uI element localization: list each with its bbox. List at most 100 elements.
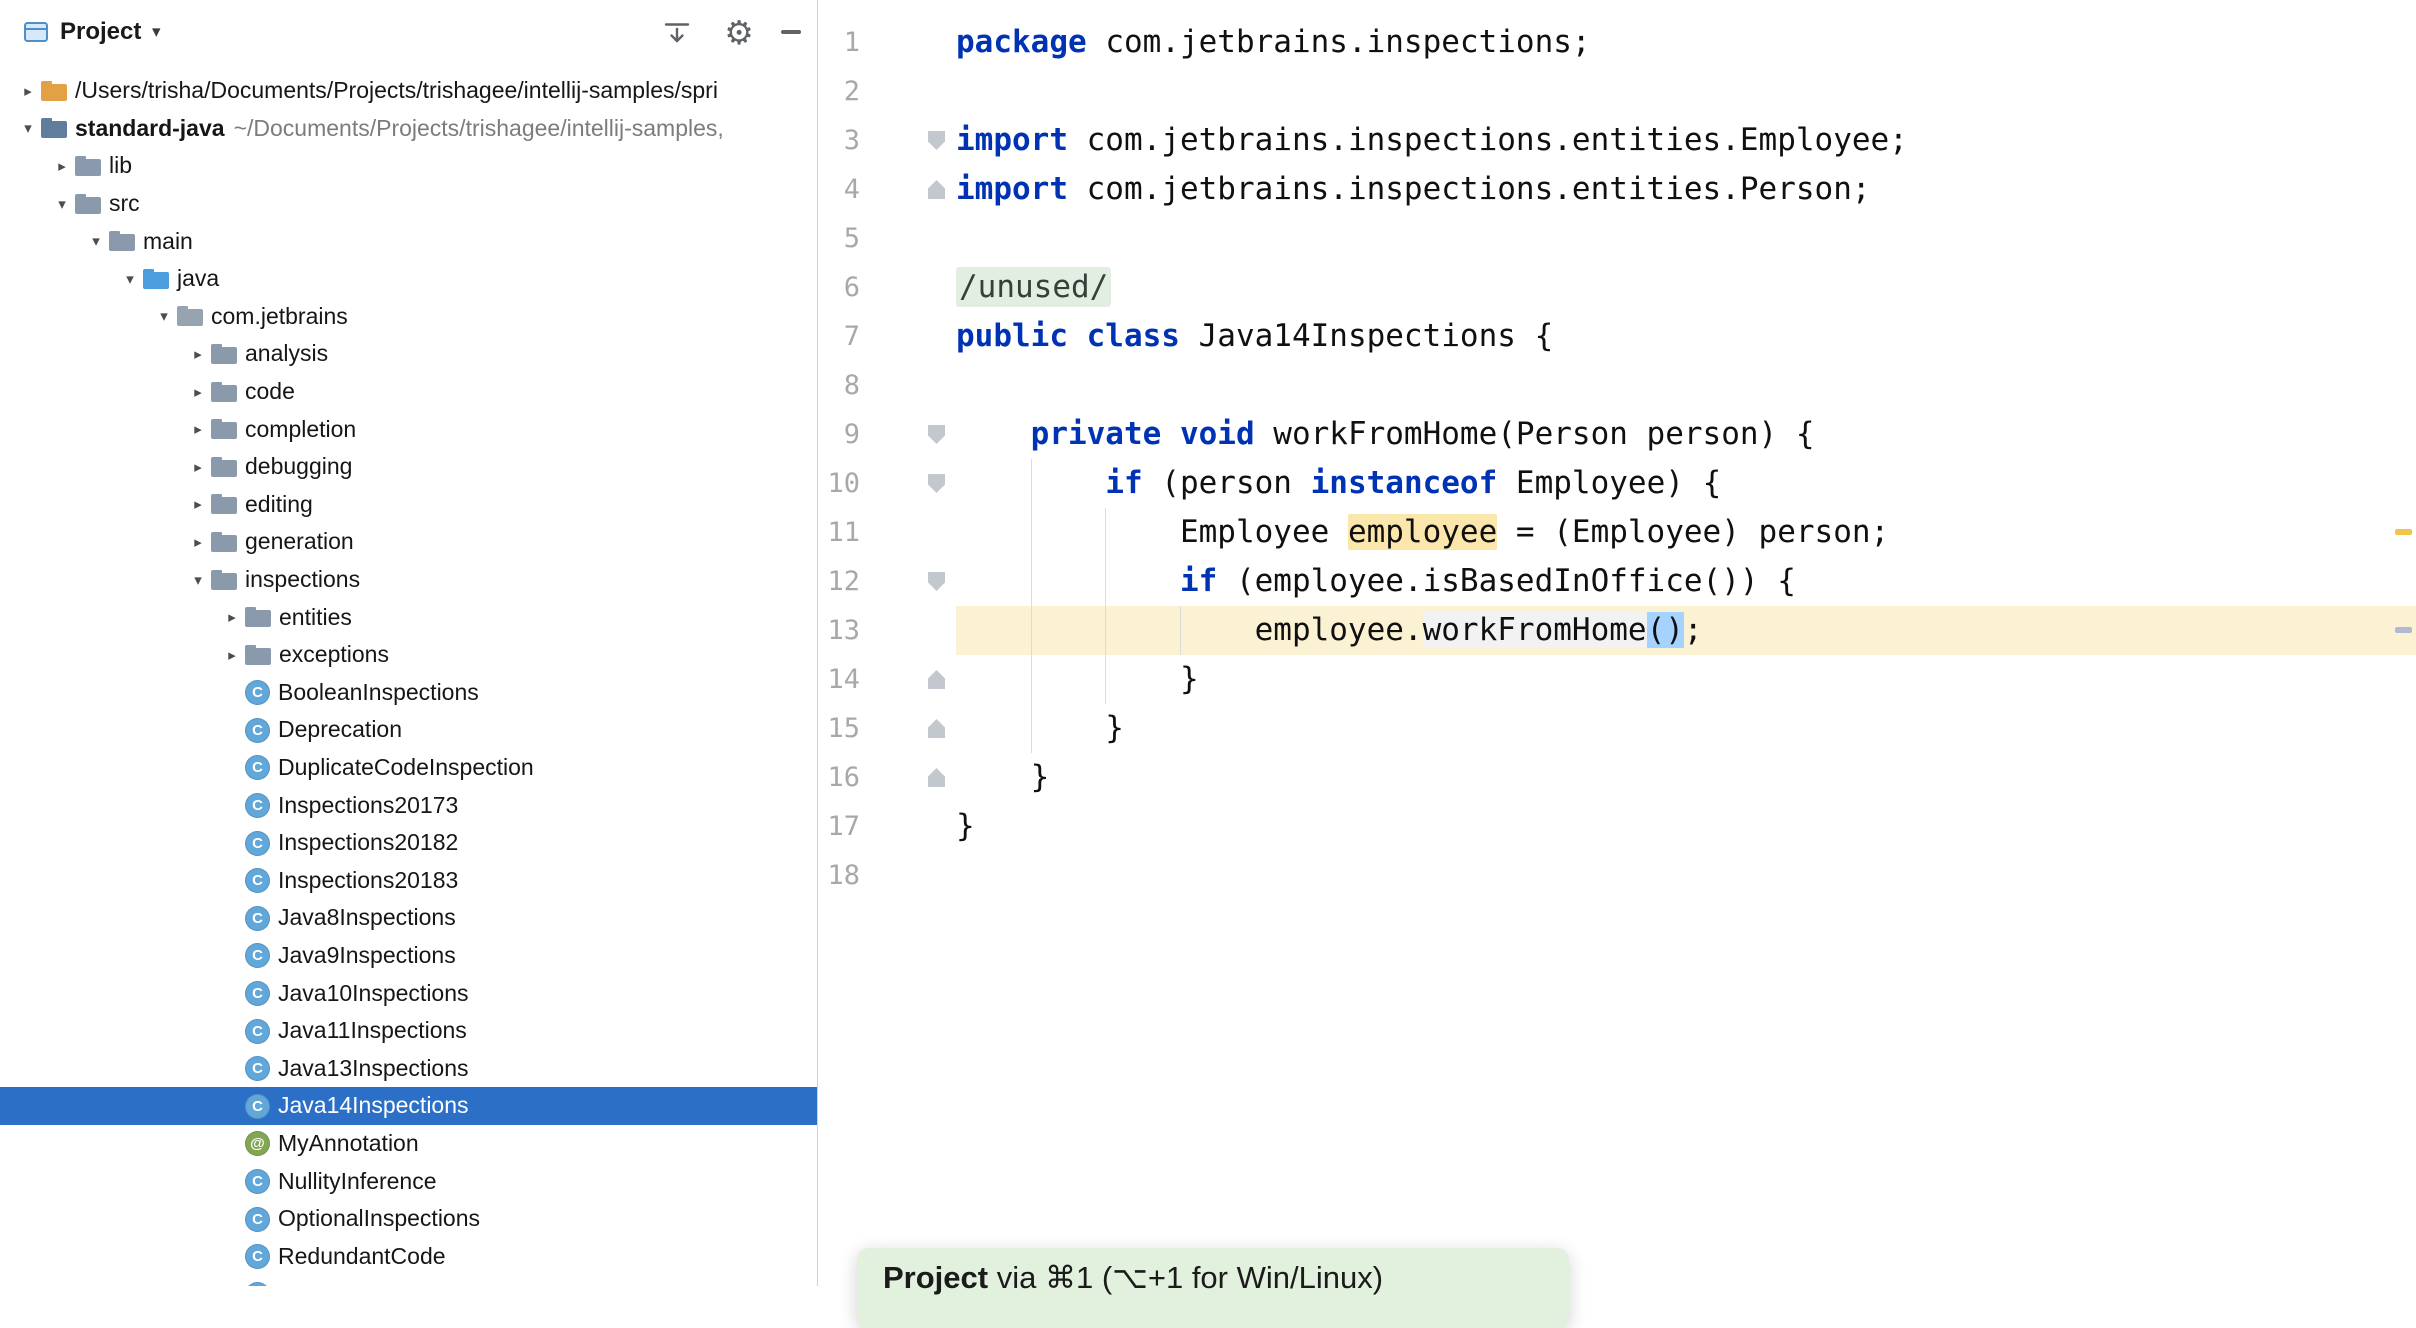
- tree-item-java11inspections[interactable]: C Java11Inspections: [0, 1012, 817, 1050]
- tree-item-booleaninspections[interactable]: C BooleanInspections: [0, 674, 817, 712]
- gear-icon[interactable]: ⚙: [722, 13, 756, 52]
- tree-item-partial[interactable]: C: [0, 1275, 817, 1286]
- shortcut-tooltip[interactable]: Project via ⌘1 (⌥+1 for Win/Linux): [857, 1248, 1569, 1328]
- chevron-down-icon[interactable]: ▾: [152, 0, 161, 64]
- tree-item-completion[interactable]: ▸ completion: [0, 410, 817, 448]
- code-line-6[interactable]: 6/unused/: [818, 263, 2416, 312]
- project-tree[interactable]: ▸ /Users/trisha/Documents/Projects/trisha…: [0, 64, 817, 1286]
- tree-item-optionalinspections[interactable]: C OptionalInspections: [0, 1200, 817, 1238]
- line-number[interactable]: 17: [818, 802, 956, 851]
- tree-item-java[interactable]: ▾ java: [0, 260, 817, 298]
- tree-item-debugging[interactable]: ▸ debugging: [0, 448, 817, 486]
- tree-item-generation[interactable]: ▸ generation: [0, 523, 817, 561]
- chevron-right-icon[interactable]: ▸: [185, 420, 211, 438]
- tree-item-entities[interactable]: ▸ entities: [0, 598, 817, 636]
- tree-item-java10inspections[interactable]: C Java10Inspections: [0, 974, 817, 1012]
- code-line-7[interactable]: 7 public class Java14Inspections {: [818, 312, 2416, 361]
- line-number[interactable]: 2: [818, 67, 956, 116]
- tree-item-label: generation: [245, 528, 354, 555]
- line-number[interactable]: 7: [818, 312, 956, 361]
- tree-item-deprecation[interactable]: C Deprecation: [0, 711, 817, 749]
- code-token: public class: [956, 318, 1180, 354]
- tree-item-exceptions[interactable]: ▸ exceptions: [0, 636, 817, 674]
- project-tool-window-icon: [22, 18, 50, 51]
- code-line-12[interactable]: 12 if (employee.isBasedInOffice()) {: [818, 557, 2416, 606]
- error-stripe-mark[interactable]: [2395, 627, 2412, 633]
- code-line-18[interactable]: 18: [818, 851, 2416, 900]
- line-number[interactable]: 11: [818, 508, 956, 557]
- tree-item-inspections20173[interactable]: C Inspections20173: [0, 786, 817, 824]
- tree-item-main[interactable]: ▾ main: [0, 222, 817, 260]
- chevron-down-icon[interactable]: ▾: [151, 307, 177, 325]
- tree-item--users-trisha-documents-projects-trishagee-intellij-samples-spri[interactable]: ▸ /Users/trisha/Documents/Projects/trisha…: [0, 72, 817, 110]
- tree-item-java9inspections[interactable]: C Java9Inspections: [0, 937, 817, 975]
- tree-item-java14inspections[interactable]: C Java14Inspections: [0, 1087, 817, 1125]
- tree-item-label: Deprecation: [278, 716, 403, 743]
- chevron-down-icon[interactable]: ▾: [15, 119, 41, 137]
- tree-item-inspections[interactable]: ▾ inspections: [0, 561, 817, 599]
- class-icon: C: [245, 1093, 270, 1119]
- code-line-16[interactable]: 16 }: [818, 753, 2416, 802]
- code-line-11[interactable]: 11 Employee employee = (Employee) person…: [818, 508, 2416, 557]
- tree-item-editing[interactable]: ▸ editing: [0, 486, 817, 524]
- tree-item-inspections20183[interactable]: C Inspections20183: [0, 861, 817, 899]
- code-line-14[interactable]: 14 }: [818, 655, 2416, 704]
- tree-item-standard-java[interactable]: ▾ standard-java ~/Documents/Projects/trish…: [0, 110, 817, 148]
- code-line-2[interactable]: 2: [818, 67, 2416, 116]
- tree-item-com-jetbrains[interactable]: ▾ com.jetbrains: [0, 298, 817, 336]
- code-line-13[interactable]: 13 employee.workFromHome();: [818, 606, 2416, 655]
- code-line-15[interactable]: 15 }: [818, 704, 2416, 753]
- chevron-down-icon[interactable]: ▾: [117, 270, 143, 288]
- chevron-right-icon[interactable]: ▸: [185, 383, 211, 401]
- code-editor[interactable]: 1 package com.jetbrains.inspections; 2 3 imp…: [818, 0, 2416, 1286]
- tree-item-java13inspections[interactable]: C Java13Inspections: [0, 1049, 817, 1087]
- chevron-right-icon[interactable]: ▸: [185, 533, 211, 551]
- chevron-right-icon[interactable]: ▸: [185, 458, 211, 476]
- chevron-right-icon[interactable]: ▸: [219, 608, 245, 626]
- tree-item-analysis[interactable]: ▸ analysis: [0, 335, 817, 373]
- class-icon: C: [245, 793, 270, 819]
- code-line-9[interactable]: 9 private void workFromHome(Person perso…: [818, 410, 2416, 459]
- code-line-17[interactable]: 17}: [818, 802, 2416, 851]
- code-line-10[interactable]: 10 if (person instanceof Employee) {: [818, 459, 2416, 508]
- line-number[interactable]: 5: [818, 214, 956, 263]
- tree-item-myannotation[interactable]: @ MyAnnotation: [0, 1125, 817, 1163]
- chevron-down-icon[interactable]: ▾: [83, 232, 109, 250]
- tree-item-java8inspections[interactable]: C Java8Inspections: [0, 899, 817, 937]
- tree-item-inspections20182[interactable]: C Inspections20182: [0, 824, 817, 862]
- tree-item-lib[interactable]: ▸ lib: [0, 147, 817, 185]
- chevron-right-icon[interactable]: ▸: [185, 495, 211, 513]
- code-line-3[interactable]: 3 import com.jetbrains.inspections.entiti…: [818, 116, 2416, 165]
- tree-item-nullityinference[interactable]: C NullityInference: [0, 1162, 817, 1200]
- tree-item-src[interactable]: ▾ src: [0, 185, 817, 223]
- chevron-right-icon[interactable]: ▸: [219, 646, 245, 664]
- chevron-down-icon[interactable]: ▾: [49, 195, 75, 213]
- tree-item-code[interactable]: ▸ code: [0, 373, 817, 411]
- tree-item-duplicatecodeinspection[interactable]: C DuplicateCodeInspection: [0, 749, 817, 787]
- line-number[interactable]: 1: [818, 18, 956, 67]
- error-stripe-mark[interactable]: [2395, 529, 2412, 535]
- tree-item-label: analysis: [245, 340, 329, 367]
- hide-panel-icon[interactable]: [774, 15, 808, 49]
- code-token: workFromHome(Person person) {: [1254, 416, 1815, 452]
- class-icon: C: [245, 717, 270, 743]
- line-number[interactable]: 8: [818, 361, 956, 410]
- chevron-down-icon[interactable]: ▾: [185, 571, 211, 589]
- collapse-all-icon[interactable]: [660, 15, 694, 49]
- chevron-right-icon[interactable]: ▸: [185, 345, 211, 363]
- line-number[interactable]: 18: [818, 851, 956, 900]
- chevron-right-icon[interactable]: ▸: [49, 157, 75, 175]
- code-line-4[interactable]: 4 import com.jetbrains.inspections.entiti…: [818, 165, 2416, 214]
- chevron-right-icon[interactable]: ▸: [15, 82, 41, 100]
- line-number[interactable]: 6: [818, 263, 956, 312]
- tree-item-label: NullityInference: [278, 1167, 437, 1194]
- code-line-1[interactable]: 1 package com.jetbrains.inspections;: [818, 18, 2416, 67]
- tree-item-redundantcode[interactable]: C RedundantCode: [0, 1237, 817, 1275]
- project-panel-title[interactable]: Project: [60, 0, 141, 64]
- code-line-8[interactable]: 8: [818, 361, 2416, 410]
- code-line-5[interactable]: 5: [818, 214, 2416, 263]
- code-token: private void: [1030, 416, 1255, 452]
- tree-item-label: lib: [109, 152, 133, 179]
- code-token: com.jetbrains.inspections;: [1086, 24, 1591, 60]
- line-number[interactable]: 13: [818, 606, 956, 655]
